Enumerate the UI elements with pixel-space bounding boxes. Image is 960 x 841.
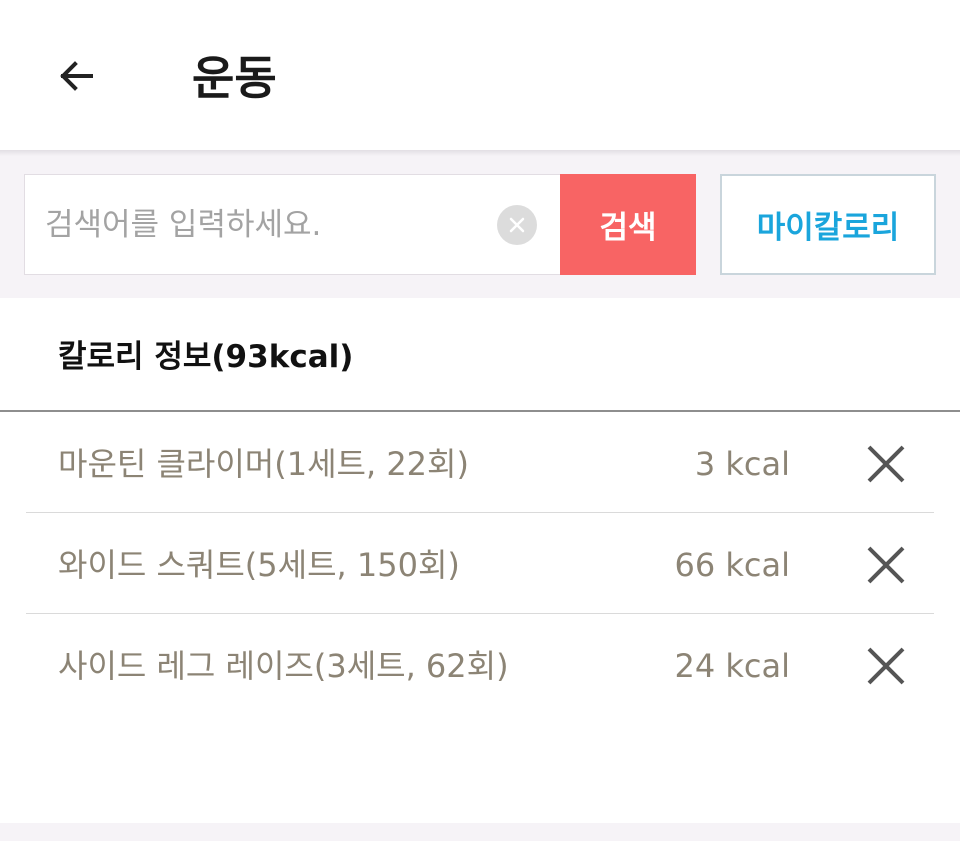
bottom-band (0, 823, 960, 841)
search-bar: 검색 마이칼로리 (0, 156, 960, 298)
my-calorie-button[interactable]: 마이칼로리 (720, 174, 936, 275)
delete-item-button[interactable] (864, 644, 908, 688)
clear-search-button[interactable] (497, 205, 537, 245)
clear-circle-icon (509, 217, 525, 233)
calorie-info-title: 칼로리 정보(93kcal) (58, 339, 354, 375)
search-input[interactable] (45, 175, 495, 274)
app-header: 운동 (0, 0, 960, 150)
delete-item-button[interactable] (864, 543, 908, 587)
exercise-screen: 운동 검색 마이칼로리 칼로리 정보(93kcal) 마운틴 클라이머(1세트,… (0, 0, 960, 841)
exercise-name: 사이드 레그 레이즈(3세트, 62회) (58, 647, 509, 685)
delete-item-button[interactable] (864, 442, 908, 486)
list-item: 사이드 레그 레이즈(3세트, 62회) 24 kcal (0, 614, 960, 715)
exercise-name: 마운틴 클라이머(1세트, 22회) (58, 445, 469, 483)
search-box (24, 174, 562, 275)
close-icon (867, 445, 905, 483)
search-button[interactable]: 검색 (560, 174, 696, 275)
list-item: 마운틴 클라이머(1세트, 22회) 3 kcal (0, 412, 960, 513)
exercise-list: 마운틴 클라이머(1세트, 22회) 3 kcal 와이드 스쿼트(5세트, 1… (0, 412, 960, 715)
back-button[interactable] (46, 46, 106, 106)
exercise-kcal: 66 kcal (674, 546, 790, 584)
exercise-kcal: 24 kcal (674, 647, 790, 685)
exercise-kcal: 3 kcal (694, 445, 790, 483)
close-icon (867, 647, 905, 685)
page-title: 운동 (192, 51, 277, 105)
exercise-name: 와이드 스쿼트(5세트, 150회) (58, 546, 460, 584)
close-icon (867, 546, 905, 584)
list-item: 와이드 스쿼트(5세트, 150회) 66 kcal (0, 513, 960, 614)
arrow-left-icon (60, 61, 93, 91)
